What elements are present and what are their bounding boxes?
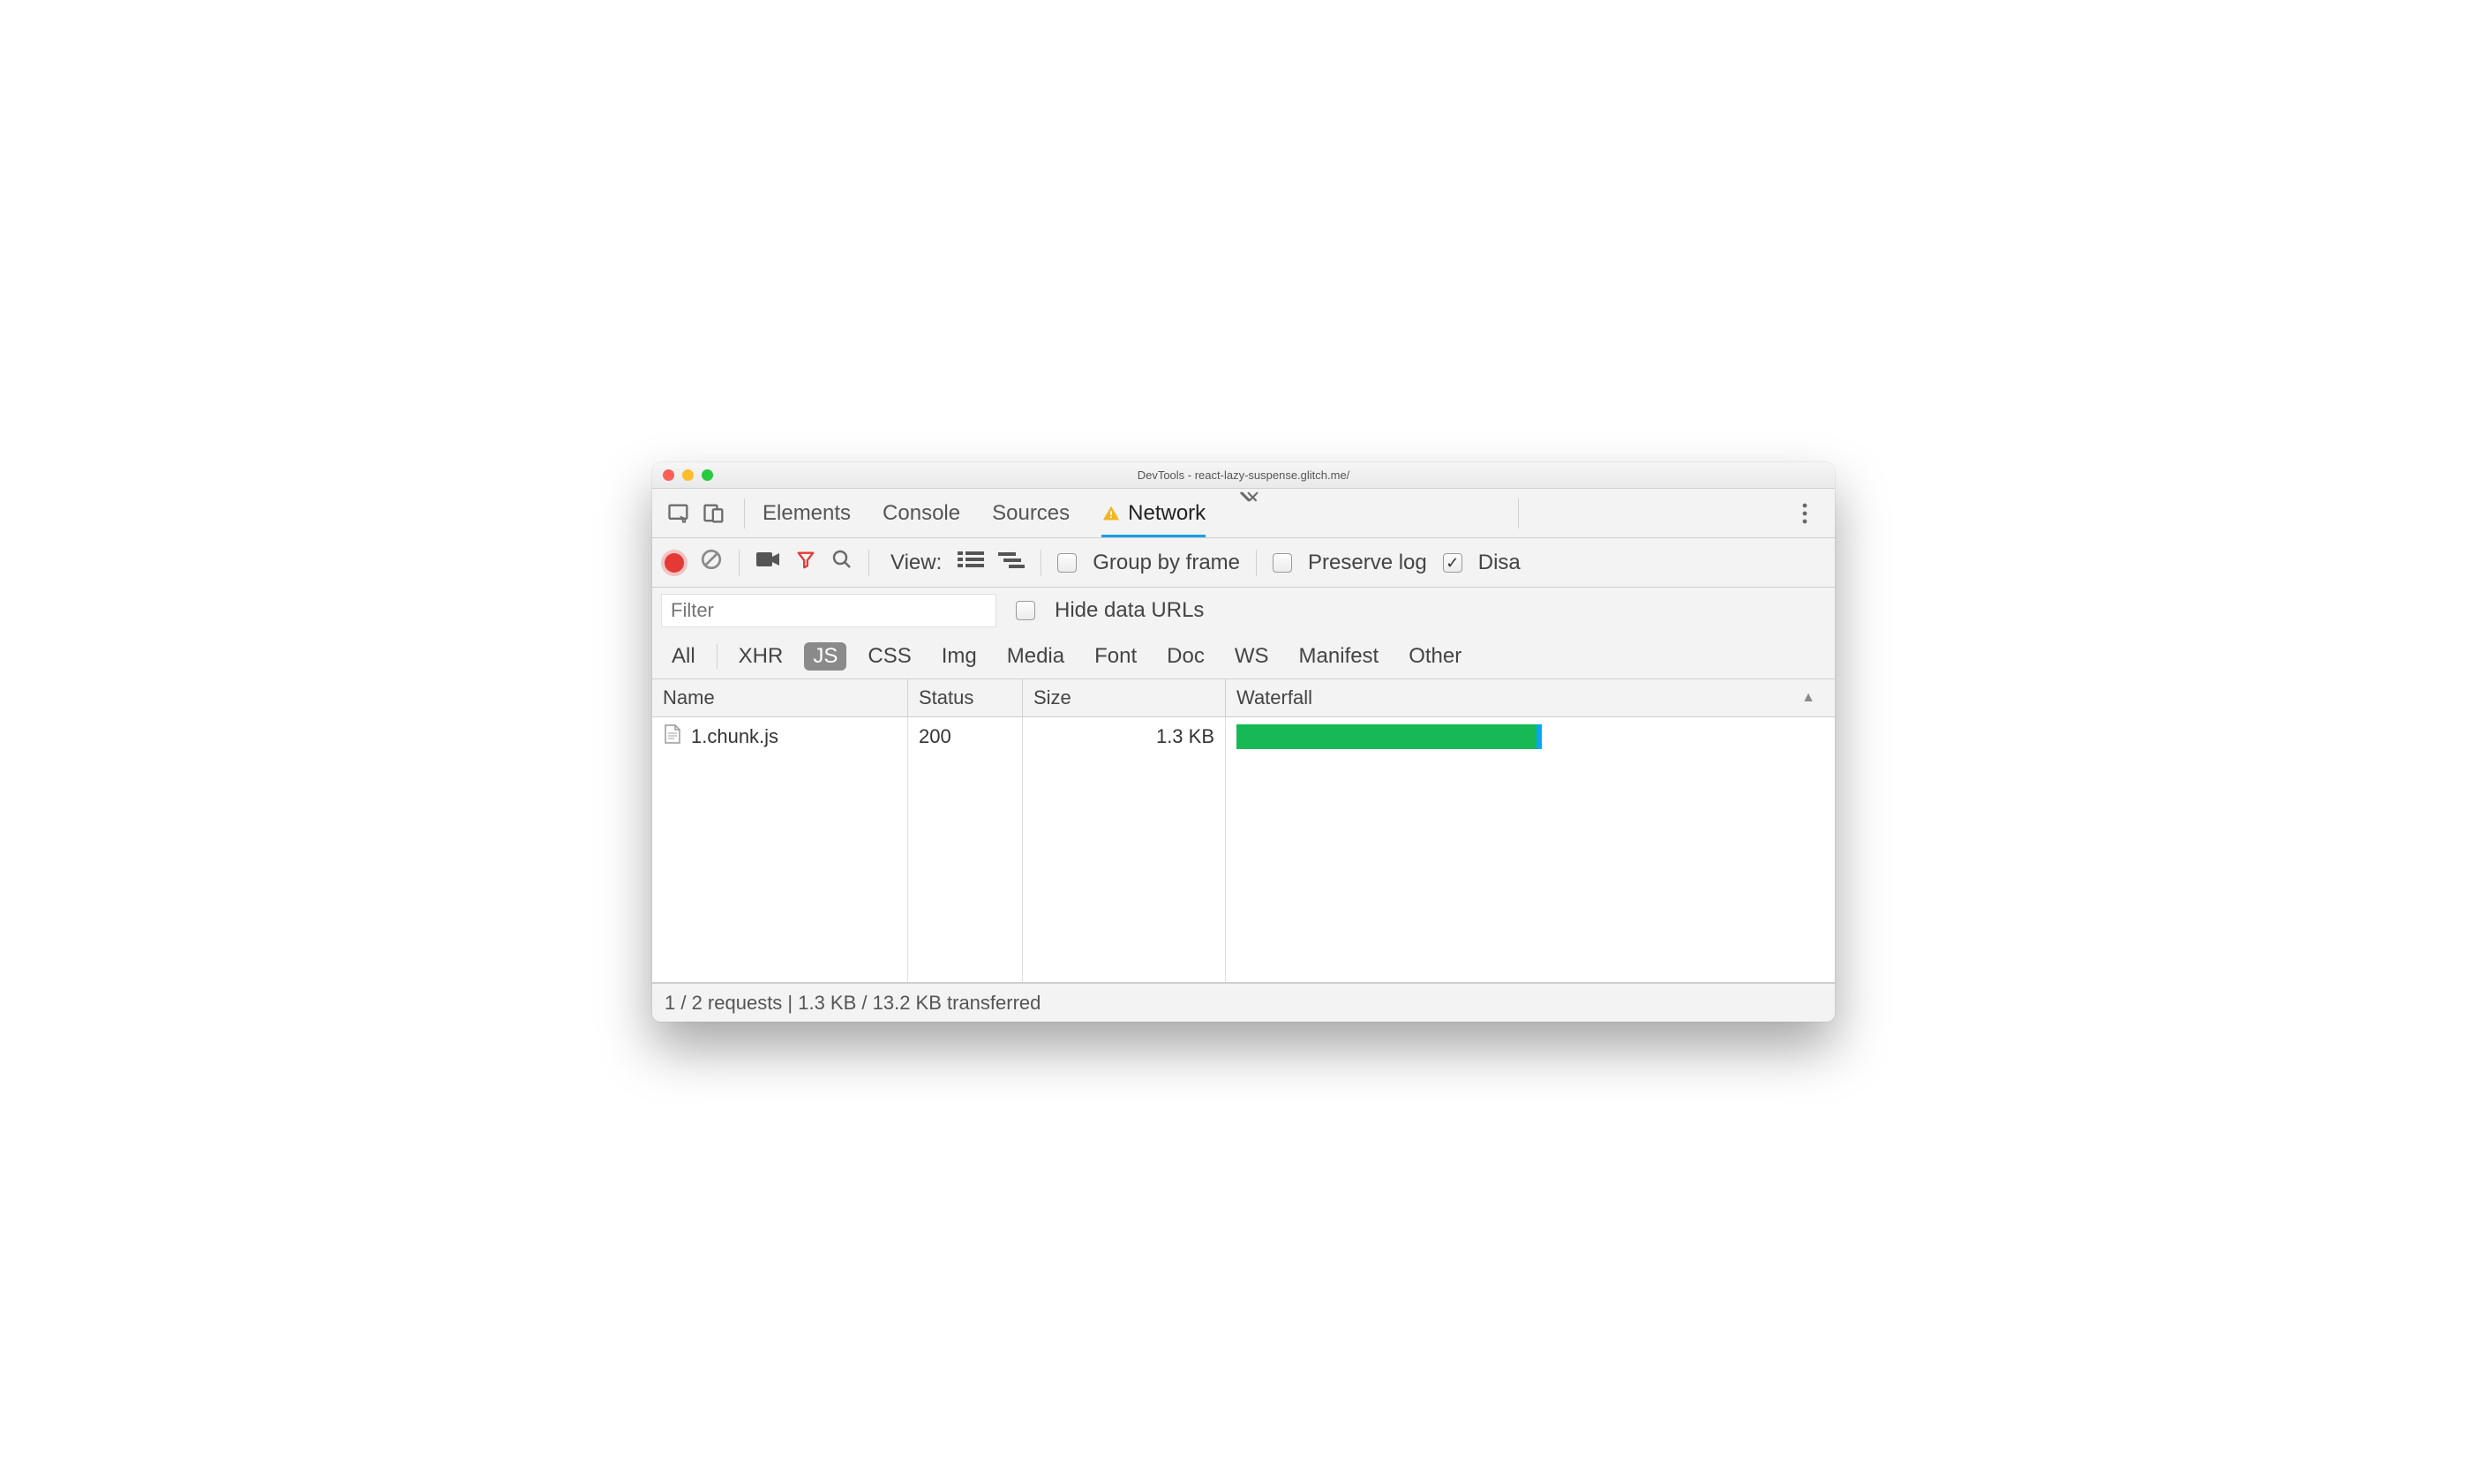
- main-tabs-row: Elements Console Sources Network: [652, 489, 1835, 538]
- filter-input[interactable]: [661, 594, 996, 627]
- request-size: 1.3 KB: [1156, 725, 1214, 748]
- type-filter-media[interactable]: Media: [998, 642, 1073, 671]
- filter-icon[interactable]: [796, 549, 815, 576]
- tab-label: Network: [1128, 501, 1206, 526]
- group-by-frame-checkbox[interactable]: [1057, 553, 1077, 573]
- type-filter-row: All XHR JS CSS Img Media Font Doc WS Man…: [652, 633, 1835, 679]
- col-header-waterfall[interactable]: Waterfall ▲: [1226, 679, 1835, 716]
- separator: [1256, 550, 1257, 576]
- type-filter-img[interactable]: Img: [933, 642, 986, 671]
- request-name: 1.chunk.js: [691, 725, 778, 748]
- large-rows-icon[interactable]: [958, 550, 984, 575]
- table-header: Name Status Size Waterfall ▲: [652, 679, 1835, 717]
- waterfall-view-icon[interactable]: [998, 550, 1025, 575]
- disable-cache-label: Disa: [1478, 551, 1521, 575]
- table-row[interactable]: 200: [908, 717, 1022, 756]
- kebab-menu-icon[interactable]: [1787, 496, 1822, 531]
- tab-label: Elements: [763, 501, 851, 526]
- type-filter-manifest[interactable]: Manifest: [1290, 642, 1388, 671]
- status-text: 1 / 2 requests | 1.3 KB / 13.2 KB transf…: [665, 992, 1041, 1015]
- view-label: View:: [890, 551, 942, 575]
- status-bar: 1 / 2 requests | 1.3 KB / 13.2 KB transf…: [652, 983, 1835, 1022]
- type-filter-doc[interactable]: Doc: [1158, 642, 1213, 671]
- close-window-button[interactable]: [663, 469, 674, 481]
- hide-data-urls-checkbox[interactable]: [1016, 601, 1035, 620]
- tab-network[interactable]: Network: [1101, 489, 1206, 537]
- tab-console[interactable]: Console: [883, 489, 960, 537]
- col-header-status[interactable]: Status: [908, 679, 1023, 716]
- network-toolbar: View: Group by frame Preserve log Disa: [652, 538, 1835, 588]
- filter-row: Hide data URLs: [652, 588, 1835, 633]
- tab-label: Sources: [992, 501, 1070, 526]
- minimize-window-button[interactable]: [682, 469, 694, 481]
- warning-icon: [1101, 504, 1121, 523]
- separator: [739, 550, 740, 576]
- file-icon: [663, 723, 682, 750]
- screenshot-icon[interactable]: [755, 550, 780, 575]
- table-row[interactable]: [1226, 717, 1835, 756]
- tab-elements[interactable]: Elements: [763, 489, 851, 537]
- group-by-frame-label: Group by frame: [1093, 551, 1240, 575]
- type-filter-js[interactable]: JS: [804, 642, 846, 671]
- zoom-window-button[interactable]: [702, 469, 713, 481]
- clear-button[interactable]: [700, 548, 723, 577]
- disable-cache-checkbox[interactable]: [1443, 553, 1462, 573]
- type-filter-ws[interactable]: WS: [1226, 642, 1278, 671]
- record-button[interactable]: [665, 553, 684, 573]
- separator: [744, 498, 745, 528]
- titlebar: DevTools - react-lazy-suspense.glitch.me…: [652, 462, 1835, 489]
- col-header-size[interactable]: Size: [1023, 679, 1226, 716]
- type-filter-xhr[interactable]: XHR: [730, 642, 793, 671]
- type-filter-all[interactable]: All: [663, 642, 704, 671]
- devtools-window: DevTools - react-lazy-suspense.glitch.me…: [652, 462, 1835, 1022]
- separator: [717, 644, 718, 669]
- requests-table: Name Status Size Waterfall ▲ 1.chunk.js …: [652, 679, 1835, 983]
- preserve-log-checkbox[interactable]: [1273, 553, 1292, 573]
- tab-sources[interactable]: Sources: [992, 489, 1070, 537]
- window-title: DevTools - react-lazy-suspense.glitch.me…: [1138, 468, 1350, 482]
- sort-indicator-icon: ▲: [1801, 690, 1815, 706]
- type-filter-other[interactable]: Other: [1400, 642, 1470, 671]
- inspect-element-icon[interactable]: [661, 496, 696, 531]
- type-filter-font[interactable]: Font: [1086, 642, 1146, 671]
- table-row[interactable]: 1.3 KB: [1023, 717, 1225, 756]
- separator: [1518, 498, 1519, 528]
- search-icon[interactable]: [831, 549, 853, 576]
- table-body: 1.chunk.js 200 1.3 KB: [652, 717, 1835, 982]
- table-row[interactable]: 1.chunk.js: [652, 717, 907, 756]
- hide-data-urls-label: Hide data URLs: [1055, 598, 1204, 623]
- view-mode-icons: [958, 550, 1025, 575]
- preserve-log-label: Preserve log: [1308, 551, 1427, 575]
- waterfall-bar: [1236, 724, 1824, 749]
- request-status: 200: [919, 725, 951, 748]
- more-tabs-icon[interactable]: [1237, 489, 1262, 537]
- type-filter-css[interactable]: CSS: [859, 642, 920, 671]
- col-header-name[interactable]: Name: [652, 679, 908, 716]
- device-toolbar-icon[interactable]: [696, 496, 732, 531]
- tab-label: Console: [883, 501, 960, 526]
- window-controls: [663, 469, 713, 481]
- separator: [868, 550, 869, 576]
- main-tabs: Elements Console Sources Network: [763, 489, 1262, 537]
